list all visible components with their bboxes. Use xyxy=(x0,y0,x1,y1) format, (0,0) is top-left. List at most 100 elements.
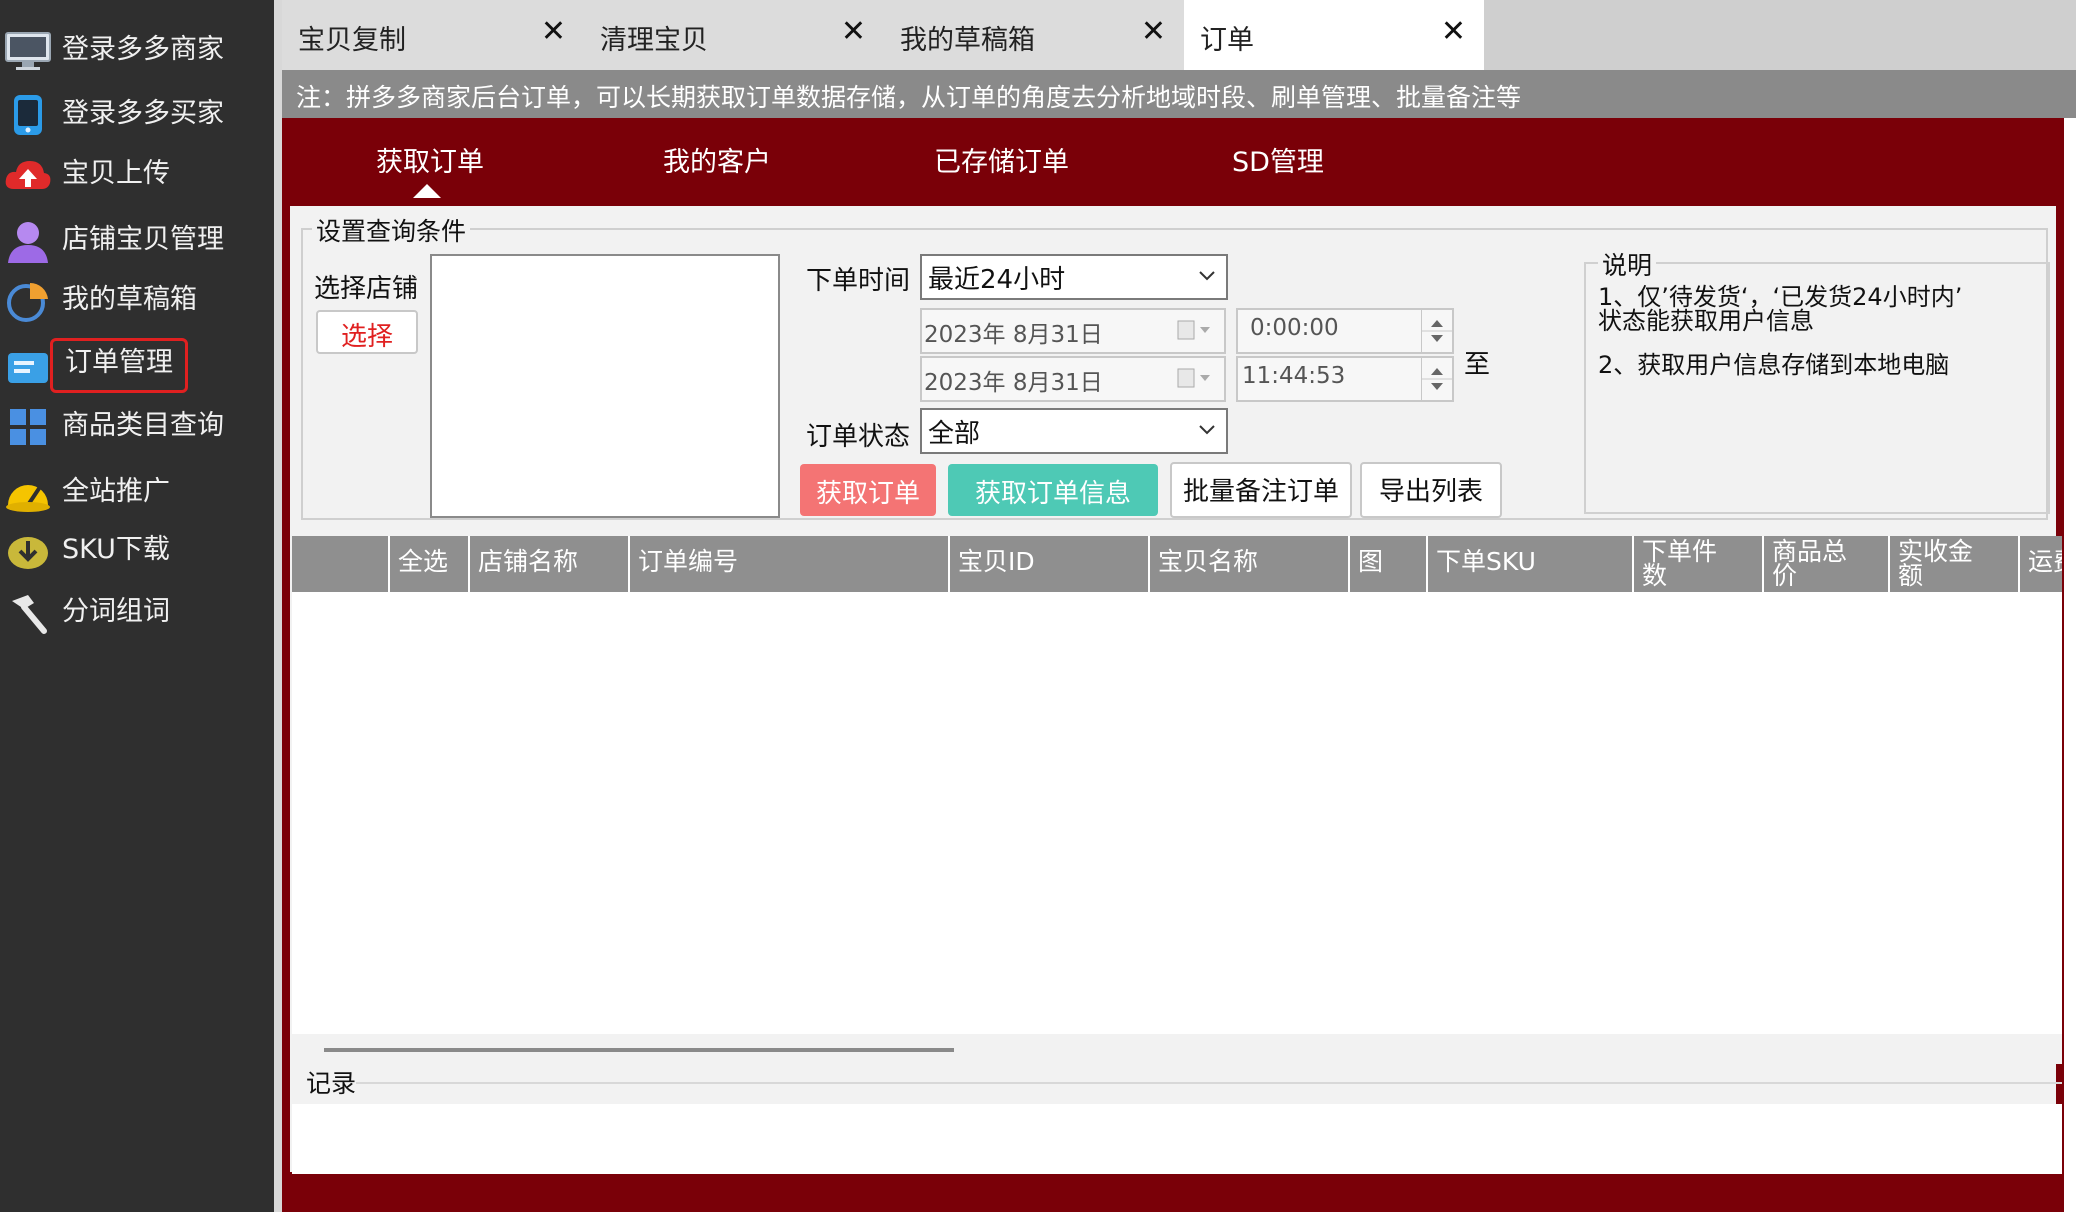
export-list-button-label: 导出列表 xyxy=(1378,477,1483,507)
close-icon[interactable]: ✕ xyxy=(1441,16,1466,48)
close-icon[interactable]: ✕ xyxy=(541,16,566,48)
notice-text: 注：拼多多商家后台订单，可以长期获取订单数据存储，从订单的角度去分析地域时段、刷… xyxy=(296,83,1522,112)
sidebar-divider xyxy=(274,0,282,1212)
orders-table-body[interactable] xyxy=(292,592,2062,1034)
record-divider xyxy=(356,1082,2062,1084)
sidebar-item-label: 登录多多买家 xyxy=(62,98,224,129)
get-order-info-button-label: 获取订单信息 xyxy=(974,479,1131,509)
hammer-icon xyxy=(12,595,47,634)
sidebar-item-category-query[interactable]: 商品类目查询 xyxy=(0,398,274,456)
sidebar-item-drafts[interactable]: 我的草稿箱 xyxy=(0,272,274,330)
sidebar-item-login-merchant[interactable]: 登录多多商家 xyxy=(0,22,274,80)
horizontal-scrollbar[interactable] xyxy=(324,1048,954,1052)
sidebar-item-label: 订单管理 xyxy=(50,338,188,393)
choose-shop-button-label: 选择 xyxy=(340,322,393,352)
sidebar-item-login-buyer[interactable]: 登录多多买家 xyxy=(0,86,274,144)
column-header-label: 宝贝名称 xyxy=(1158,547,1259,576)
calendar-dropdown-icon[interactable] xyxy=(1176,318,1212,342)
shop-label: 选择店铺 xyxy=(314,274,419,304)
chevron-down-icon xyxy=(1199,425,1215,435)
calendar-dropdown-icon[interactable] xyxy=(1176,366,1212,390)
time-spinner-icon[interactable] xyxy=(1421,310,1452,352)
total-price-column[interactable]: 商品总价 xyxy=(1762,536,1890,592)
tab-label: 宝贝复制 xyxy=(298,25,406,56)
sidebar-item-label: 商品类目查询 xyxy=(62,410,224,441)
get-order-info-button[interactable]: 获取订单信息 xyxy=(948,464,1158,516)
image-column[interactable]: 图 xyxy=(1348,536,1428,592)
sidebar-item-promotion[interactable]: 全站推广 xyxy=(0,464,274,522)
shop-list[interactable] xyxy=(430,254,780,518)
tab-orders[interactable]: 订单 ✕ xyxy=(1184,0,1484,70)
select-all-column[interactable]: 全选 xyxy=(388,536,470,592)
subtab-stored-orders[interactable]: 已存储订单 xyxy=(934,140,1069,179)
order-status-label: 订单状态 xyxy=(806,422,911,452)
column-header-label: 店铺名称 xyxy=(478,547,579,576)
sidebar-item-shop-goods[interactable]: 店铺宝贝管理 xyxy=(0,212,274,270)
order-sku-column[interactable]: 下单SKU xyxy=(1426,536,1634,592)
sidebar-item-order-management[interactable]: 订单管理 xyxy=(0,338,274,396)
record-log-area[interactable] xyxy=(292,1104,2062,1174)
subtab-my-customers[interactable]: 我的客户 xyxy=(663,140,771,179)
column-header-label: 全选 xyxy=(398,547,449,576)
sidebar-item-label: SKU下载 xyxy=(62,534,170,565)
column-header-label: 运费 xyxy=(2028,547,2062,576)
user-icon xyxy=(8,222,48,263)
shipping-column[interactable]: 运费 xyxy=(2018,536,2062,592)
export-list-button[interactable]: 导出列表 xyxy=(1360,462,1502,518)
download-circle-icon xyxy=(8,537,48,569)
time-range-select[interactable]: 最近24小时 xyxy=(920,254,1228,300)
received-amount-column[interactable]: 实收金额 xyxy=(1888,536,2020,592)
order-status-select[interactable]: 全部 xyxy=(920,408,1228,454)
quantity-column[interactable]: 下单件数 xyxy=(1632,536,1764,592)
sidebar-item-word-split[interactable]: 分词组词 xyxy=(0,584,274,642)
end-date-value: 2023年 8月31日 xyxy=(924,370,1103,396)
column-header-label: 数 xyxy=(1642,561,1668,590)
column-header-label: 订单编号 xyxy=(638,547,739,576)
goods-name-column[interactable]: 宝贝名称 xyxy=(1148,536,1350,592)
end-date-field[interactable]: 2023年 8月31日 xyxy=(920,356,1226,402)
end-time-field[interactable]: 11:44:53 xyxy=(1236,356,1454,402)
choose-shop-button[interactable]: 选择 xyxy=(316,310,418,354)
sidebar-item-label: 店铺宝贝管理 xyxy=(62,224,224,255)
close-icon[interactable]: ✕ xyxy=(1141,16,1166,48)
record-legend: 记录 xyxy=(306,1069,357,1098)
subtab-sd-management[interactable]: SD管理 xyxy=(1232,140,1324,179)
tab-copy-goods[interactable]: 宝贝复制 ✕ xyxy=(282,0,586,70)
sidebar-item-sku-download[interactable]: SKU下载 xyxy=(0,522,274,580)
grid-icon xyxy=(10,409,46,445)
tab-drafts[interactable]: 我的草稿箱 ✕ xyxy=(884,0,1186,70)
start-time-value: 0:00:00 xyxy=(1250,315,1339,341)
sidebar-item-label: 全站推广 xyxy=(62,476,170,507)
cloud-upload-icon xyxy=(5,161,51,189)
to-label: 至 xyxy=(1464,350,1491,380)
description-line: 状态能获取用户信息 xyxy=(1598,307,1814,335)
tab-label: 清理宝贝 xyxy=(600,25,708,56)
start-date-field[interactable]: 2023年 8月31日 xyxy=(920,308,1226,354)
goods-id-column[interactable]: 宝贝ID xyxy=(948,536,1150,592)
sidebar-item-upload[interactable]: 宝贝上传 xyxy=(0,146,274,204)
batch-note-button[interactable]: 批量备注订单 xyxy=(1170,462,1352,518)
end-time-value: 11:44:53 xyxy=(1242,363,1346,389)
tab-label: 我的草稿箱 xyxy=(900,25,1035,56)
row-select-column[interactable] xyxy=(292,536,388,592)
start-date-value: 2023年 8月31日 xyxy=(924,322,1103,348)
shop-name-column[interactable]: 店铺名称 xyxy=(468,536,630,592)
column-header-label: 图 xyxy=(1358,547,1384,576)
tab-clean-goods[interactable]: 清理宝贝 ✕ xyxy=(584,0,886,70)
order-number-column[interactable]: 订单编号 xyxy=(628,536,950,592)
sidebar: 登录多多商家 登录多多买家 宝贝上传 店铺宝贝管理 我的草稿箱 订单管理 商品类… xyxy=(0,0,274,1212)
get-orders-button-label: 获取订单 xyxy=(815,479,920,509)
sub-navigation: 获取订单 我的客户 已存储订单 SD管理 xyxy=(282,118,2064,204)
sidebar-item-label: 宝贝上传 xyxy=(62,158,170,189)
subtab-get-orders[interactable]: 获取订单 xyxy=(376,140,484,179)
start-time-field[interactable]: 0:00:00 xyxy=(1236,308,1454,354)
sidebar-item-label: 登录多多商家 xyxy=(62,34,224,65)
column-header-label: 额 xyxy=(1898,561,1924,590)
close-icon[interactable]: ✕ xyxy=(841,16,866,48)
monitor-icon xyxy=(5,32,51,70)
get-orders-button[interactable]: 获取订单 xyxy=(800,464,936,516)
active-subtab-indicator xyxy=(413,184,441,198)
query-conditions-legend: 设置查询条件 xyxy=(312,212,471,248)
phone-icon xyxy=(14,95,42,135)
time-spinner-icon[interactable] xyxy=(1421,358,1452,400)
